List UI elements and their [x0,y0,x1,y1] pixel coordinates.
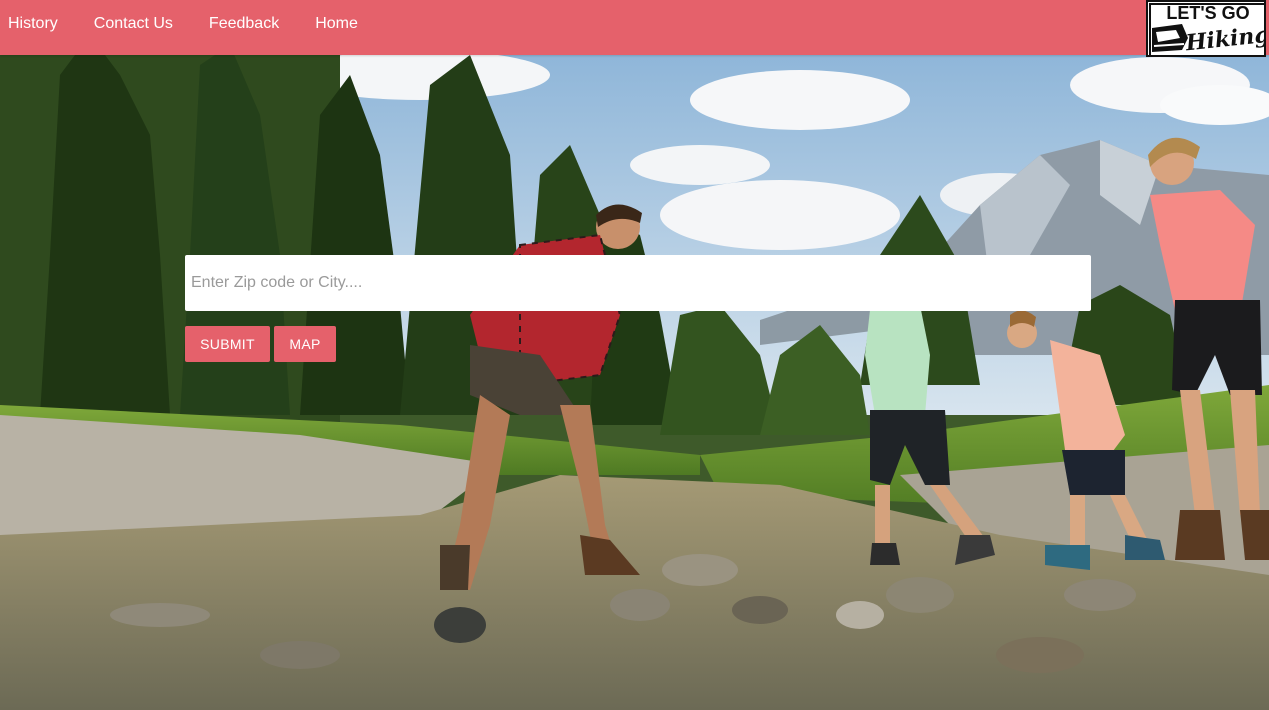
top-navbar: History Contact Us Feedback Home LET'S G… [0,0,1269,57]
nav-link-feedback[interactable]: Feedback [209,15,279,33]
svg-text:LET'S GO: LET'S GO [1166,3,1249,23]
nav-link-home[interactable]: Home [315,15,358,33]
landscape-illustration [0,55,1269,710]
hero-background-image [0,55,1269,710]
search-input[interactable] [185,255,1091,311]
nav-links: History Contact Us Feedback Home [8,0,394,48]
map-button[interactable]: MAP [274,326,336,362]
submit-button[interactable]: SUBMIT [185,326,270,362]
lets-go-hiking-logo[interactable]: LET'S GO Hiking [1146,0,1266,57]
nav-link-history[interactable]: History [8,15,58,33]
nav-link-contact-us[interactable]: Contact Us [94,15,173,33]
